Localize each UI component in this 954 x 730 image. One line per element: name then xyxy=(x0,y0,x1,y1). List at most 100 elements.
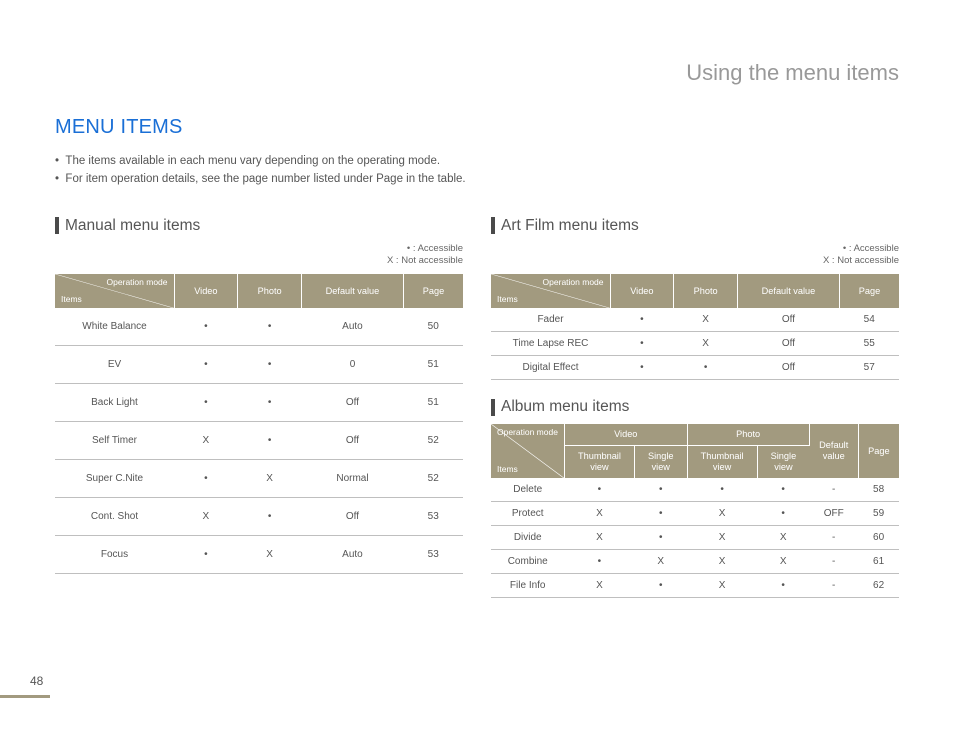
legend: • : Accessible X : Not accessible xyxy=(55,243,463,269)
table-cell: • xyxy=(564,550,634,574)
bullet-text: For item operation details, see the page… xyxy=(65,173,465,185)
table-cell: Off xyxy=(737,332,839,356)
table-cell: Digital Effect xyxy=(491,356,610,380)
table-cell: • xyxy=(610,308,674,332)
table-cell: OFF xyxy=(809,502,858,526)
table-row: Super C.Nite•XNormal52 xyxy=(55,460,463,498)
legend-not-accessible: X : Not accessible xyxy=(823,255,899,266)
table-cell: X xyxy=(674,308,738,332)
table-cell: Auto xyxy=(301,308,403,346)
table-cell: Off xyxy=(301,384,403,422)
col-header: Page xyxy=(858,424,899,478)
table-row: Time Lapse REC•XOff55 xyxy=(491,332,899,356)
table-cell: EV xyxy=(55,346,174,384)
table-cell: Super C.Nite xyxy=(55,460,174,498)
table-cell: File Info xyxy=(491,574,564,598)
table-cell: 55 xyxy=(839,332,899,356)
table-cell: • xyxy=(238,498,302,536)
table-row: DivideX•XX-60 xyxy=(491,526,899,550)
table-cell: - xyxy=(809,526,858,550)
table-cell: Auto xyxy=(301,536,403,574)
table-row: Digital Effect••Off57 xyxy=(491,356,899,380)
col-header: Page xyxy=(403,274,463,308)
table-cell: 54 xyxy=(839,308,899,332)
table-cell: X xyxy=(174,422,238,460)
table-row: Combine•XXX-61 xyxy=(491,550,899,574)
table-cell: X xyxy=(564,526,634,550)
table-cell: Fader xyxy=(491,308,610,332)
table-cell: X xyxy=(674,332,738,356)
table-cell: Delete xyxy=(491,478,564,502)
table-cell: Focus xyxy=(55,536,174,574)
col-header: Video xyxy=(174,274,238,308)
table-row: Cont. ShotX•Off53 xyxy=(55,498,463,536)
main-heading: MENU ITEMS xyxy=(55,116,899,139)
col-header: Photo xyxy=(238,274,302,308)
table-cell: 53 xyxy=(403,498,463,536)
table-cell: X xyxy=(238,460,302,498)
table-cell: • xyxy=(174,460,238,498)
col-header: Video xyxy=(564,424,687,446)
table-cell: • xyxy=(238,384,302,422)
table-cell: X xyxy=(757,550,809,574)
corner-top: Operation mode xyxy=(497,428,558,437)
table-cell: • xyxy=(757,478,809,502)
page-title: Using the menu items xyxy=(55,60,899,86)
legend: • : Accessible X : Not accessible xyxy=(491,243,899,269)
corner-bottom: Items xyxy=(61,294,82,304)
table-row: Back Light••Off51 xyxy=(55,384,463,422)
legend-not-accessible: X : Not accessible xyxy=(387,255,463,266)
table-cell: - xyxy=(809,574,858,598)
col-header: Photo xyxy=(674,274,738,308)
intro-bullets: • The items available in each menu vary … xyxy=(55,153,899,189)
section-title: Album menu items xyxy=(501,398,629,416)
table-cell: Cont. Shot xyxy=(55,498,174,536)
table-cell: Self Timer xyxy=(55,422,174,460)
table-cell: X xyxy=(174,498,238,536)
table-cell: • xyxy=(634,526,687,550)
table-cell: X xyxy=(634,550,687,574)
table-cell: X xyxy=(564,502,634,526)
table-cell: • xyxy=(687,478,757,502)
table-cell: X xyxy=(687,502,757,526)
table-row: Focus•XAuto53 xyxy=(55,536,463,574)
table-cell: Time Lapse REC xyxy=(491,332,610,356)
corner-top: Operation mode xyxy=(107,278,168,287)
table-cell: • xyxy=(634,478,687,502)
table-cell: 57 xyxy=(839,356,899,380)
table-cell: • xyxy=(238,422,302,460)
table-cell: X xyxy=(564,574,634,598)
page-number-accent xyxy=(0,695,50,698)
table-row: Self TimerX•Off52 xyxy=(55,422,463,460)
manual-heading: Manual menu items xyxy=(55,217,463,235)
table-cell: • xyxy=(634,574,687,598)
table-cell: • xyxy=(238,308,302,346)
table-cell: Protect xyxy=(491,502,564,526)
corner-bottom: Items xyxy=(497,464,518,474)
bullet-text: The items available in each menu vary de… xyxy=(65,155,440,167)
table-cell: • xyxy=(757,502,809,526)
table-cell: Off xyxy=(301,422,403,460)
col-header: Default value xyxy=(301,274,403,308)
table-cell: X xyxy=(687,526,757,550)
table-cell: • xyxy=(174,308,238,346)
table-row: Fader•XOff54 xyxy=(491,308,899,332)
table-cell: X xyxy=(687,550,757,574)
table-cell: X xyxy=(757,526,809,550)
table-cell: Off xyxy=(737,356,839,380)
table-cell: 51 xyxy=(403,346,463,384)
table-cell: 50 xyxy=(403,308,463,346)
table-row: White Balance••Auto50 xyxy=(55,308,463,346)
table-cell: • xyxy=(674,356,738,380)
page-number: 48 xyxy=(30,674,43,688)
table-cell: - xyxy=(809,478,858,502)
table-cell: 61 xyxy=(858,550,899,574)
table-cell: • xyxy=(634,502,687,526)
table-cell: • xyxy=(238,346,302,384)
table-cell: 52 xyxy=(403,422,463,460)
col-subheader: Thumbnail view xyxy=(687,446,757,479)
table-cell: 62 xyxy=(858,574,899,598)
legend-accessible: • : Accessible xyxy=(843,243,899,254)
corner-bottom: Items xyxy=(497,294,518,304)
col-header: Video xyxy=(610,274,674,308)
